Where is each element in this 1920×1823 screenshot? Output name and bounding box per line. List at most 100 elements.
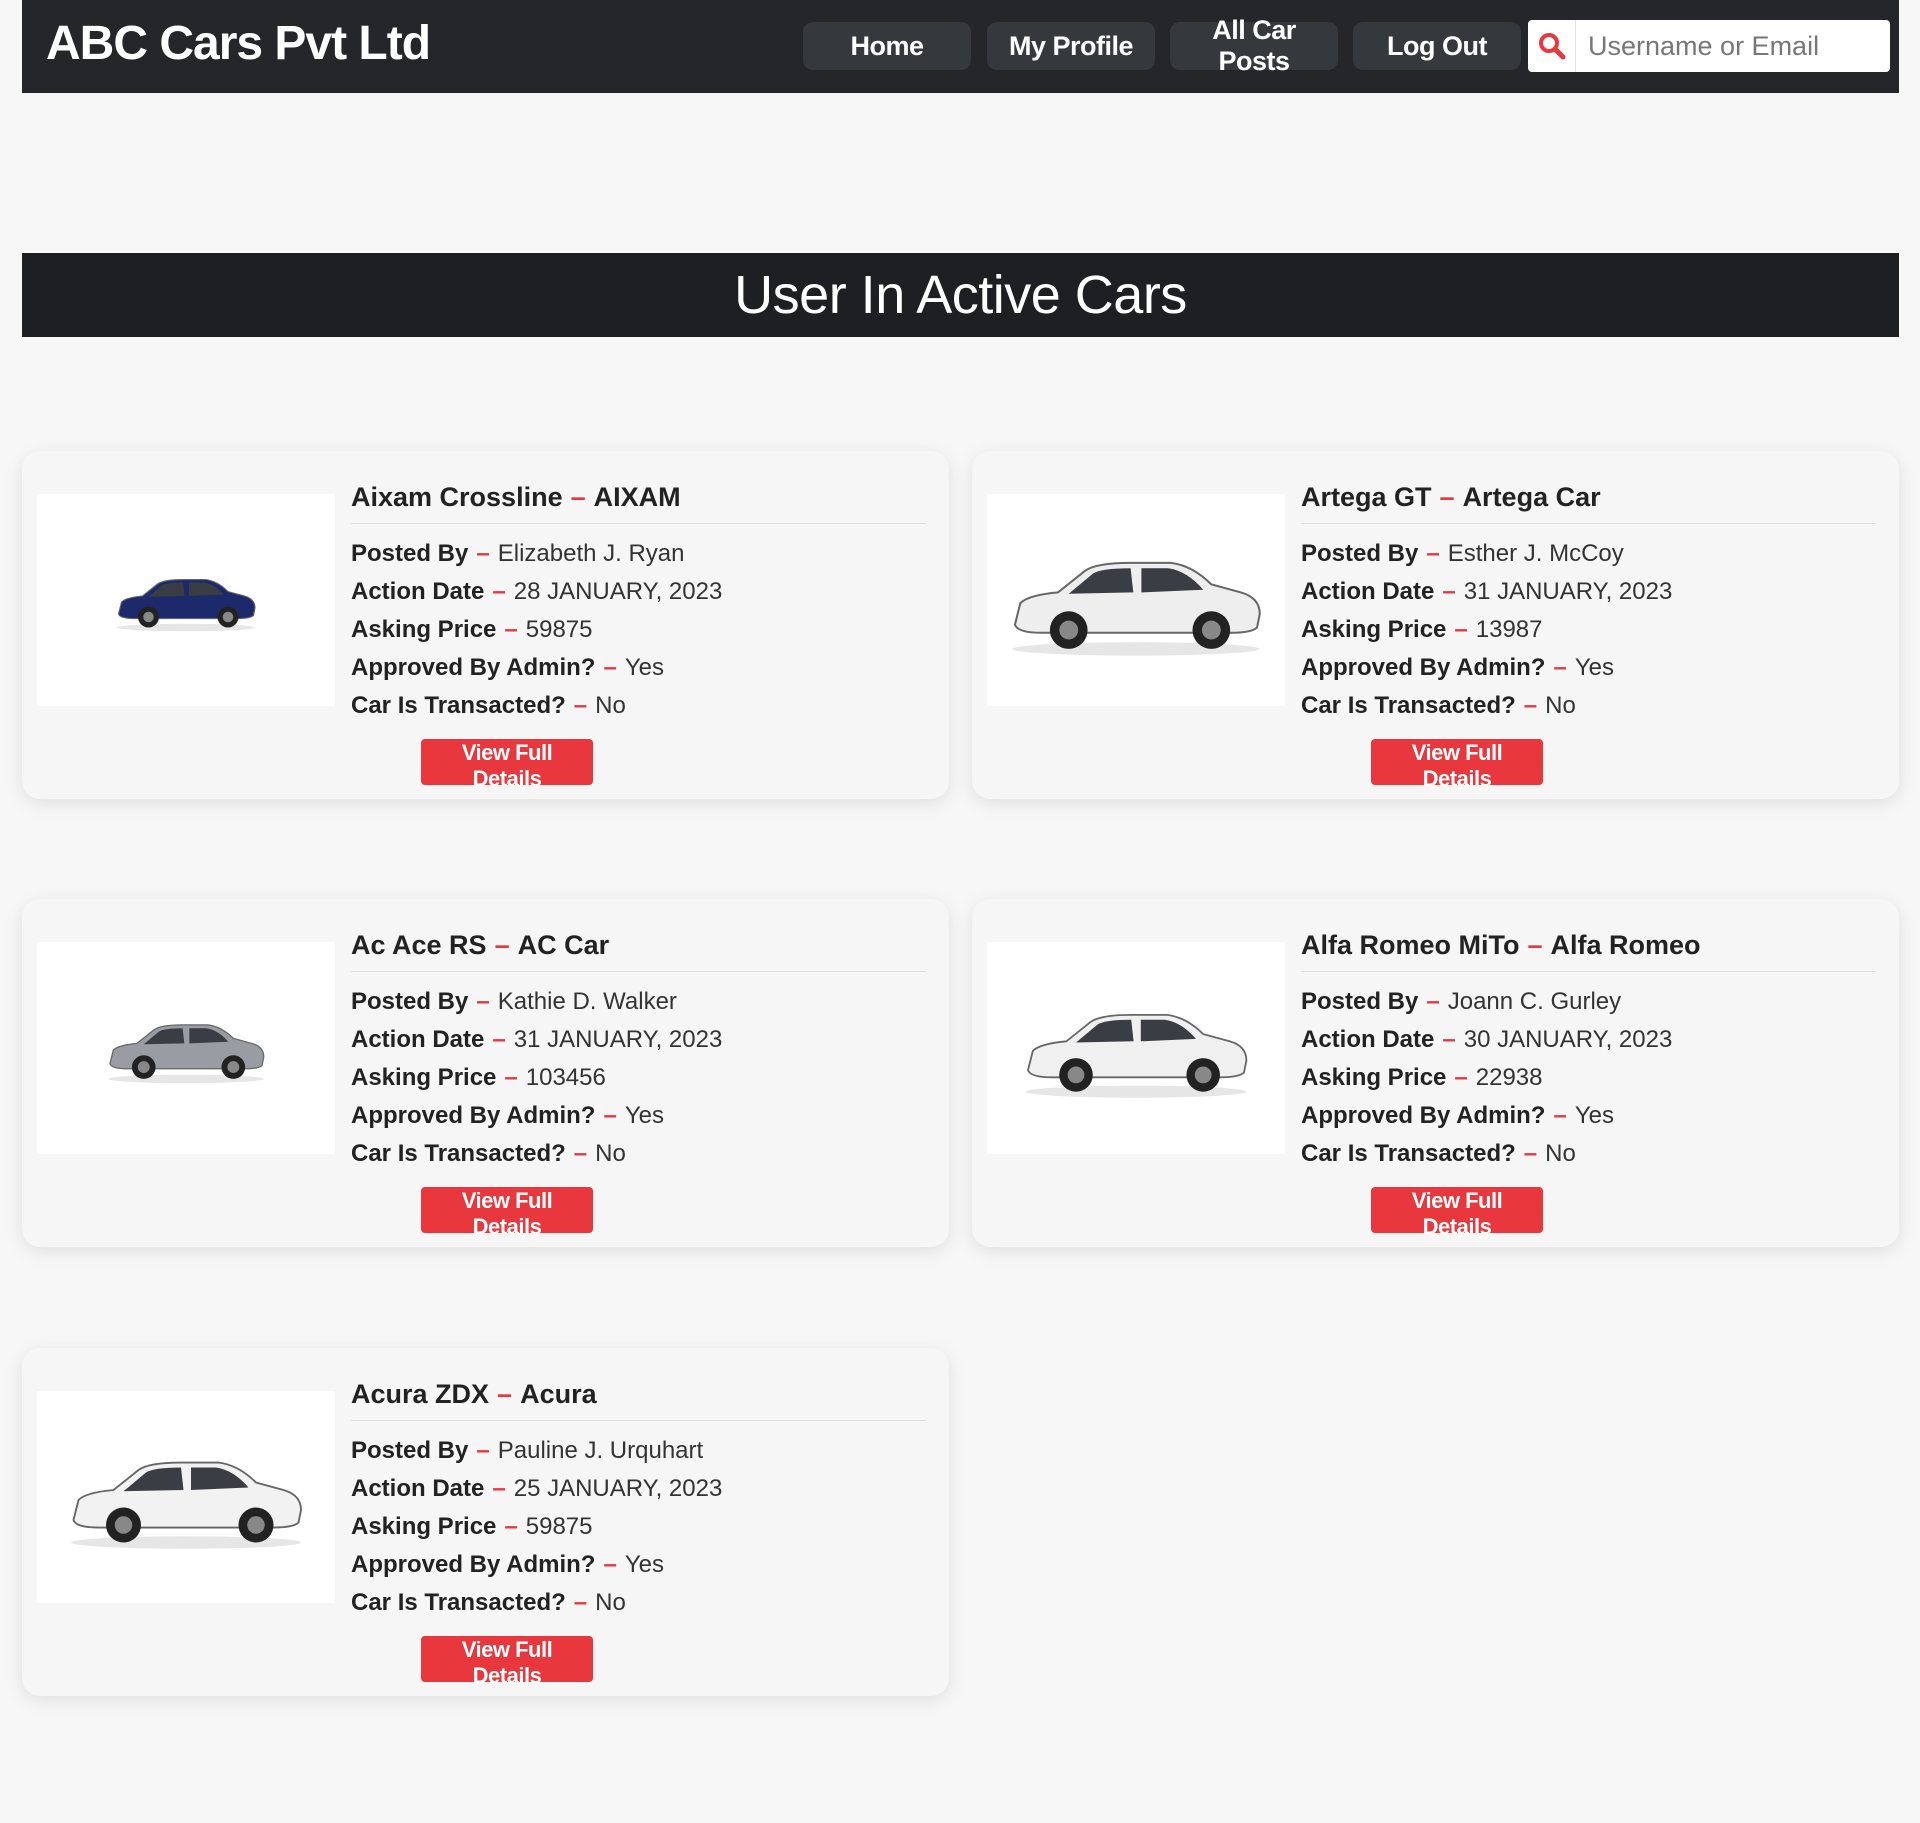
separator: – — [492, 1026, 506, 1053]
asking-price-value: 59875 — [525, 616, 593, 643]
car-make: AC Car — [517, 930, 610, 960]
action-date-label: Action Date — [1301, 578, 1435, 605]
navbar: ABC Cars Pvt Ltd Home My Profile All Car… — [22, 0, 1899, 93]
approved-label: Approved By Admin? — [351, 1102, 596, 1129]
separator: – — [1523, 692, 1538, 719]
separator: – — [1426, 988, 1440, 1015]
car-details: Alfa Romeo MiTo – Alfa Romeo Posted By – Joa… — [1301, 927, 1876, 1166]
car-model: Ac Ace RS — [351, 930, 487, 960]
view-full-details-button[interactable]: View Full Details — [421, 739, 593, 791]
separator: – — [476, 988, 490, 1015]
car-icon — [71, 1461, 302, 1549]
approved-value: Yes — [1574, 1102, 1614, 1129]
separator: – — [573, 1589, 588, 1616]
action-date-row: Action Date –25 JANUARY, 2023 — [351, 1477, 926, 1501]
transacted-value: No — [1545, 1140, 1576, 1167]
posted-by-value: Elizabeth J. Ryan — [497, 540, 685, 567]
separator: – — [1426, 540, 1440, 567]
transacted-value: No — [595, 1140, 626, 1167]
separator: – — [573, 1140, 588, 1167]
transacted-label: Car Is Transacted? — [351, 692, 566, 719]
action-date-label: Action Date — [351, 578, 485, 605]
transacted-row: Car Is Transacted? – No — [351, 694, 926, 718]
posted-by-label: Posted By — [351, 540, 469, 567]
view-full-details-button[interactable]: View Full Details — [1371, 739, 1543, 791]
approved-label: Approved By Admin? — [1301, 1102, 1546, 1129]
transacted-label: Car Is Transacted? — [1301, 692, 1516, 719]
view-full-details-button[interactable]: View Full Details — [1371, 1187, 1543, 1239]
separator: – — [1527, 930, 1543, 960]
action-date-label: Action Date — [351, 1475, 485, 1502]
car-model: Aixam Crossline — [351, 482, 563, 512]
action-date-row: Action Date –31 JANUARY, 2023 — [1301, 580, 1876, 604]
separator: – — [1442, 1026, 1456, 1053]
approved-row: Approved By Admin? – Yes — [1301, 656, 1876, 680]
asking-price-label: Asking Price — [351, 616, 497, 643]
approved-row: Approved By Admin? – Yes — [351, 656, 926, 680]
transacted-label: Car Is Transacted? — [351, 1589, 566, 1616]
separator: – — [497, 1379, 513, 1409]
car-card-5: Acura ZDX – Acura Posted By – Pauline J. Urq… — [22, 1348, 949, 1696]
separator: – — [573, 692, 588, 719]
car-photo-white-sedan — [987, 942, 1285, 1154]
view-full-details-button[interactable]: View Full Details — [421, 1636, 593, 1688]
approved-value: Yes — [1574, 654, 1614, 681]
asking-price-row: Asking Price –59875 — [351, 1515, 926, 1539]
asking-price-label: Asking Price — [1301, 616, 1447, 643]
posted-by-label: Posted By — [351, 1437, 469, 1464]
action-date-row: Action Date –28 JANUARY, 2023 — [351, 580, 926, 604]
car-make: Alfa Romeo — [1550, 930, 1701, 960]
asking-price-label: Asking Price — [351, 1513, 497, 1540]
action-date-value: 30 JANUARY, 2023 — [1463, 1026, 1673, 1053]
asking-price-value: 13987 — [1475, 616, 1543, 643]
separator: – — [494, 930, 510, 960]
action-date-value: 25 JANUARY, 2023 — [513, 1475, 723, 1502]
car-icon — [108, 1023, 265, 1083]
separator: – — [492, 578, 506, 605]
nav-log-out-button[interactable]: Log Out — [1353, 22, 1521, 70]
action-date-row: Action Date –30 JANUARY, 2023 — [1301, 1028, 1876, 1052]
approved-label: Approved By Admin? — [351, 654, 596, 681]
posted-by-row: Posted By – Joann C. Gurley — [1301, 990, 1876, 1014]
section-banner: User In Active Cars — [22, 253, 1899, 337]
brand-logo[interactable]: ABC Cars Pvt Ltd — [46, 16, 431, 71]
asking-price-row: Asking Price –59875 — [351, 618, 926, 642]
car-photo-dark-blue-suv — [37, 494, 335, 706]
posted-by-label: Posted By — [1301, 540, 1419, 567]
asking-price-row: Asking Price –103456 — [351, 1066, 926, 1090]
nav-my-profile-button[interactable]: My Profile — [987, 22, 1155, 70]
view-full-details-button[interactable]: View Full Details — [421, 1187, 593, 1239]
car-title: Artega GT – Artega Car — [1301, 479, 1876, 524]
approved-row: Approved By Admin? – Yes — [351, 1553, 926, 1577]
asking-price-value: 59875 — [525, 1513, 593, 1540]
separator: – — [1442, 578, 1456, 605]
action-date-row: Action Date –31 JANUARY, 2023 — [351, 1028, 926, 1052]
approved-value: Yes — [624, 1551, 664, 1578]
posted-by-label: Posted By — [351, 988, 469, 1015]
posted-by-row: Posted By – Esther J. McCoy — [1301, 542, 1876, 566]
asking-price-label: Asking Price — [351, 1064, 497, 1091]
asking-price-row: Asking Price –13987 — [1301, 618, 1876, 642]
nav-home-button[interactable]: Home — [803, 22, 971, 70]
approved-label: Approved By Admin? — [351, 1551, 596, 1578]
separator: – — [603, 1102, 617, 1129]
car-model: Acura ZDX — [351, 1379, 490, 1409]
asking-price-label: Asking Price — [1301, 1064, 1447, 1091]
action-date-label: Action Date — [1301, 1026, 1435, 1053]
search-icon[interactable] — [1528, 20, 1576, 72]
approved-label: Approved By Admin? — [1301, 654, 1546, 681]
separator: – — [504, 1064, 518, 1091]
separator: – — [1454, 1064, 1468, 1091]
posted-by-label: Posted By — [1301, 988, 1419, 1015]
nav-all-car-posts-button[interactable]: All Car Posts — [1170, 15, 1338, 76]
separator: – — [1454, 616, 1468, 643]
separator: – — [1439, 482, 1455, 512]
posted-by-row: Posted By – Kathie D. Walker — [351, 990, 926, 1014]
search-bar — [1528, 20, 1890, 72]
action-date-value: 31 JANUARY, 2023 — [1463, 578, 1673, 605]
posted-by-value: Joann C. Gurley — [1447, 988, 1622, 1015]
transacted-row: Car Is Transacted? – No — [351, 1591, 926, 1615]
posted-by-row: Posted By – Elizabeth J. Ryan — [351, 542, 926, 566]
search-input[interactable] — [1576, 29, 1890, 63]
separator: – — [492, 1475, 506, 1502]
